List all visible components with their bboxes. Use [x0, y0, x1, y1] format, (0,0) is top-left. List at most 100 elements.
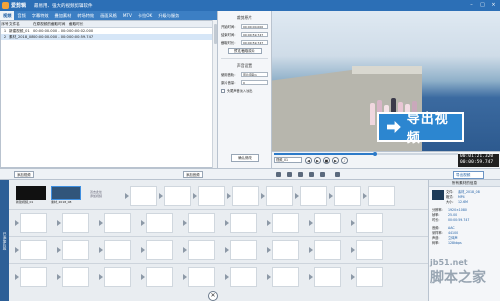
tab-video[interactable]: 视频 — [0, 11, 15, 20]
volume-field[interactable]: 0 — [241, 79, 268, 85]
confirm-button[interactable]: 确认修改 — [231, 154, 259, 162]
timeline-empty-slot[interactable] — [295, 186, 327, 206]
prev-frame-button[interactable]: ◀ — [305, 157, 312, 164]
fade-checkbox-row[interactable]: 头尾声音淡入淡出 — [221, 88, 268, 93]
transition-arrow-icon — [309, 247, 313, 253]
timeline-empty-slot[interactable] — [159, 186, 191, 206]
timeline-empty-slot[interactable] — [267, 267, 299, 287]
timeline-empty-slot[interactable] — [351, 267, 383, 287]
next-frame-button[interactable]: ▶ — [332, 157, 339, 164]
timeline-empty-slot[interactable] — [267, 240, 299, 260]
add-music-button[interactable]: 添加音频 — [183, 171, 203, 178]
prop-value: 12.6M — [458, 200, 468, 204]
clip-thumbnail — [16, 186, 46, 200]
timeline-empty-slot[interactable] — [99, 267, 131, 287]
timeline-empty-slot[interactable] — [363, 186, 395, 206]
timeline-empty-slot[interactable] — [15, 213, 47, 233]
scissors-icon[interactable] — [276, 172, 281, 177]
row-name: 素材_2018_08 — [9, 35, 33, 39]
tab-style[interactable]: 画面风格 — [97, 11, 120, 20]
col-range[interactable]: 在原视频的截取时间 — [33, 21, 69, 27]
timeline-empty-slot[interactable] — [57, 267, 89, 287]
maximize-icon[interactable]: □ — [478, 1, 487, 9]
timeline-empty-slot[interactable] — [225, 240, 257, 260]
timeline-empty-slot[interactable] — [193, 186, 225, 206]
track-separator — [9, 263, 428, 264]
duration-field[interactable]: 00:00:59.747 — [241, 39, 268, 45]
timeline-empty-slot[interactable] — [57, 240, 89, 260]
col-index[interactable]: 序号 — [1, 21, 9, 27]
timeline-empty-slot[interactable] — [183, 267, 215, 287]
transition-arrow-icon — [261, 193, 265, 199]
settings-icon[interactable] — [335, 172, 340, 177]
save-icon[interactable] — [298, 172, 303, 177]
progress-knob[interactable] — [373, 152, 378, 156]
timeline-empty-slot[interactable] — [329, 186, 361, 206]
preview-clip-button[interactable]: 预览/截取原片 — [227, 48, 262, 54]
col-name[interactable]: 文件名 — [9, 21, 33, 27]
volume-button[interactable]: ♪ — [341, 157, 348, 164]
audio-track-select[interactable]: 原片音轨1 — [241, 71, 268, 77]
fade-checkbox[interactable] — [221, 88, 225, 93]
timeline-empty-slot[interactable] — [309, 240, 341, 260]
tab-karaoke[interactable]: 卡拉OK — [135, 11, 155, 20]
tab-mtv[interactable]: MTV — [120, 11, 135, 20]
minimize-icon[interactable]: – — [467, 1, 476, 9]
section-audio-title: 声音设置 — [236, 63, 253, 68]
timeline-empty-slot[interactable] — [141, 213, 173, 233]
video-preview[interactable]: 导出视频 — [272, 11, 500, 151]
col-duration[interactable]: 截取时长 — [69, 21, 103, 27]
timeline-empty-slot[interactable] — [267, 213, 299, 233]
timeline-empty-slot[interactable] — [183, 213, 215, 233]
redo-icon[interactable] — [320, 172, 325, 177]
volume-label: 原片音量： — [221, 80, 238, 85]
tab-subtitle[interactable]: 字幕特效 — [29, 11, 52, 20]
timeline-empty-slot[interactable] — [99, 240, 131, 260]
watermark: jb51.net 脚本之家 — [430, 258, 486, 287]
timeline-empty-slot[interactable] — [15, 240, 47, 260]
timeline-clip-2[interactable]: 素材_2018_08 — [51, 186, 81, 206]
watermark-site: jb51.net — [430, 258, 468, 267]
table-row[interactable]: 2 素材_2018_08 00:00:00.000 - 00:00:59.747… — [1, 34, 216, 40]
play-button[interactable]: ▶ — [314, 157, 321, 164]
timeline-empty-slot[interactable] — [227, 186, 259, 206]
timeline-empty-slot[interactable] — [141, 267, 173, 287]
tab-upgrade[interactable]: 升级与服务 — [155, 11, 182, 20]
transition-arrow-icon — [351, 274, 355, 280]
tab-audio[interactable]: 音频 — [14, 11, 28, 20]
tab-transition[interactable]: 转场特效 — [74, 11, 97, 20]
folder-icon[interactable] — [287, 172, 292, 177]
transition-arrow-icon — [227, 193, 231, 199]
volume-row: 原片音量： 0 — [221, 79, 268, 85]
timeline-empty-slot[interactable] — [261, 186, 293, 206]
timeline-empty-slot[interactable] — [15, 267, 47, 287]
timeline-empty-slot[interactable] — [351, 240, 383, 260]
timeline-empty-slot[interactable] — [225, 267, 257, 287]
tab-overlay[interactable]: 叠加素材 — [52, 11, 75, 20]
timeline-empty-slot[interactable] — [351, 213, 383, 233]
start-time-field[interactable]: 00:00:00.000 — [241, 23, 268, 29]
playback-progress[interactable] — [274, 152, 458, 156]
clip-select[interactable]: 视频_01 — [274, 157, 302, 163]
timeline-empty-slot[interactable] — [125, 186, 157, 206]
start-time-label: 开始时间： — [221, 24, 238, 29]
timeline-empty-slot[interactable] — [141, 240, 173, 260]
close-icon[interactable]: × — [489, 1, 498, 9]
timeline-empty-slot[interactable] — [309, 213, 341, 233]
stop-button[interactable]: ■ — [323, 157, 330, 164]
export-video-overlay[interactable]: 导出视频 — [377, 112, 464, 146]
end-time-field[interactable]: 00:00:59.747 — [241, 31, 268, 37]
timeline-empty-slot[interactable] — [99, 213, 131, 233]
timeline-empty-slot[interactable] — [309, 267, 341, 287]
timeline-empty-slot[interactable] — [225, 213, 257, 233]
timeline-empty-slot[interactable] — [57, 213, 89, 233]
timeline-empty-slot[interactable] — [183, 240, 215, 260]
export-video-button[interactable]: 导出视频 — [453, 171, 484, 179]
prop-key: 码率: — [432, 241, 440, 245]
remove-clip-icon[interactable]: ✕ — [208, 291, 218, 301]
timeline-clip-1[interactable]: 新建视频_01 — [16, 186, 46, 206]
row-duration: 00:00:59.747 — [69, 35, 94, 39]
undo-icon[interactable] — [309, 172, 314, 177]
track-separator — [9, 236, 428, 237]
add-video-button[interactable]: 添加视频 — [14, 171, 34, 178]
